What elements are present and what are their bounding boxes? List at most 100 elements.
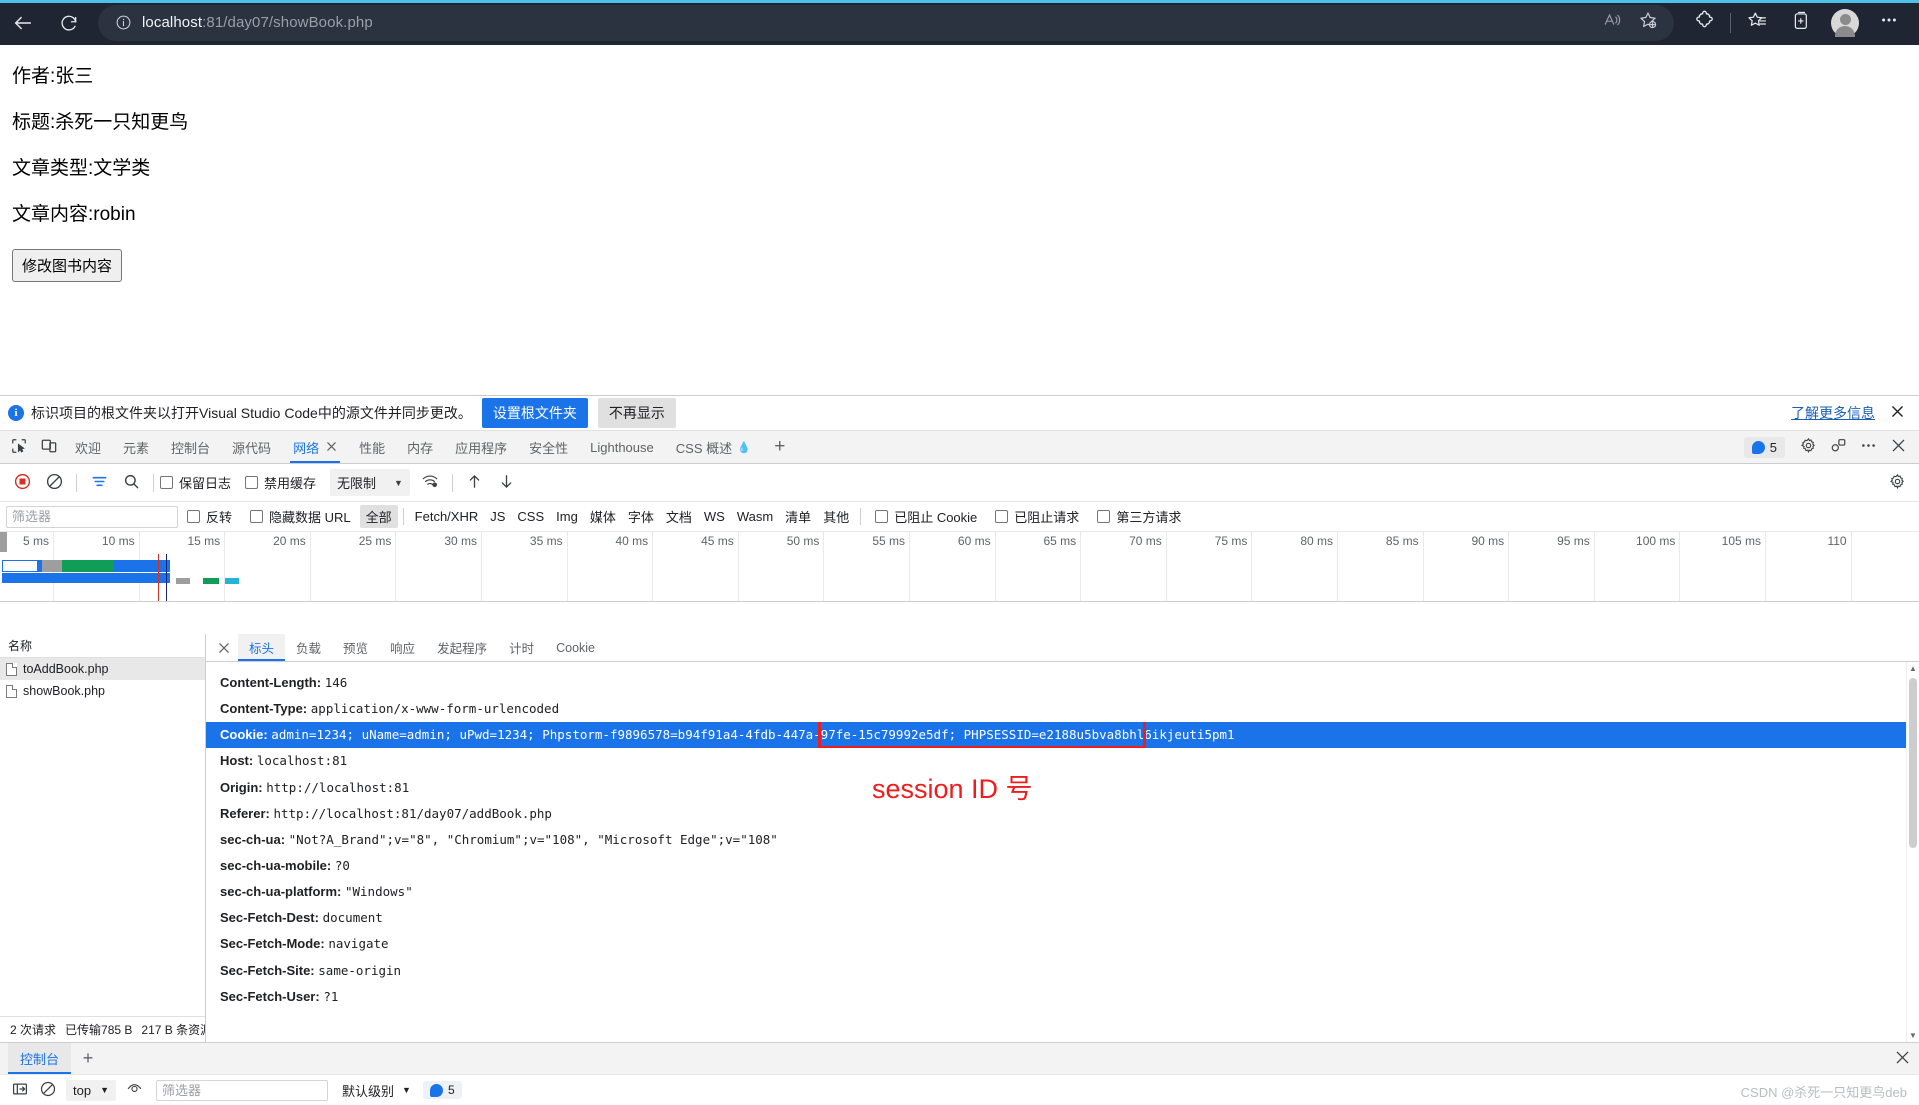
tab-network[interactable]: 网络 — [282, 431, 348, 463]
scroll-down-arrow-icon[interactable]: ▼ — [1907, 1029, 1919, 1042]
back-button[interactable] — [0, 0, 46, 45]
throttling-dropdown[interactable]: 无限制 ▼ — [330, 469, 410, 496]
modify-book-button[interactable]: 修改图书内容 — [12, 248, 123, 282]
devtools-close-button[interactable] — [1883, 432, 1913, 462]
detail-close-button[interactable] — [210, 634, 238, 661]
drawer-tab-console[interactable]: 控制台 — [8, 1043, 72, 1074]
detail-tab-headers[interactable]: 标头 — [238, 634, 286, 661]
add-panel-button[interactable]: + — [762, 431, 798, 463]
header-row[interactable]: Origin: http://localhost:81 — [206, 775, 1919, 801]
detail-tab-timing[interactable]: 计时 — [498, 634, 545, 661]
type-filter-doc[interactable]: 文档 — [660, 505, 698, 528]
read-aloud-button[interactable] — [1594, 5, 1630, 41]
header-row[interactable]: Content-Type: application/x-www-form-url… — [206, 696, 1919, 722]
tab-welcome[interactable]: 欢迎 — [64, 431, 112, 463]
type-filter-other[interactable]: 其他 — [817, 505, 855, 528]
clear-console-button[interactable] — [34, 1076, 62, 1104]
devtools-more-button[interactable] — [1853, 432, 1883, 462]
address-bar[interactable]: localhost:81/day07/showBook.php — [98, 4, 1674, 41]
browser-more-button[interactable] — [1867, 0, 1911, 45]
header-row-cookie[interactable]: Cookie: admin=1234; uName=admin; uPwd=12… — [206, 722, 1919, 749]
detail-tab-preview[interactable]: 预览 — [332, 634, 379, 661]
search-button[interactable] — [115, 467, 147, 499]
execution-context-dropdown[interactable]: top ▼ — [66, 1079, 116, 1101]
type-filter-fetch-xhr[interactable]: Fetch/XHR — [409, 507, 485, 526]
type-filter-font[interactable]: 字体 — [622, 505, 660, 528]
customize-devtools-button[interactable] — [1823, 432, 1853, 462]
third-party-checkbox[interactable]: 第三方请求 — [1097, 507, 1181, 526]
header-row[interactable]: Sec-Fetch-Dest: document — [206, 905, 1919, 931]
blocked-requests-checkbox[interactable]: 已阻止请求 — [995, 507, 1079, 526]
network-conditions-button[interactable] — [414, 467, 446, 499]
disable-cache-checkbox[interactable]: 禁用缓存 — [245, 473, 316, 492]
tab-close-icon[interactable] — [326, 440, 337, 455]
tab-performance[interactable]: 性能 — [348, 431, 396, 463]
tab-application[interactable]: 应用程序 — [444, 431, 518, 463]
header-row[interactable]: Referer: http://localhost:81/day07/addBo… — [206, 801, 1919, 827]
request-row-toaddbook[interactable]: toAddBook.php — [0, 658, 205, 680]
tab-console[interactable]: 控制台 — [160, 431, 221, 463]
import-har-button[interactable] — [459, 467, 491, 499]
request-row-showbook[interactable]: showBook.php — [0, 680, 205, 702]
header-row[interactable]: Content-Length: 146 — [206, 670, 1919, 696]
add-favorite-button[interactable] — [1630, 5, 1666, 41]
network-overview-timeline[interactable]: 5 ms 10 ms 15 ms 20 ms 25 ms 30 ms 35 ms 40 ms 4… — [0, 532, 1919, 602]
detail-tab-response[interactable]: 响应 — [379, 634, 426, 661]
header-row[interactable]: Host: localhost:81 — [206, 748, 1919, 774]
filter-toggle-button[interactable] — [83, 467, 115, 499]
issues-badge[interactable]: 5 — [1743, 436, 1785, 458]
type-filter-media[interactable]: 媒体 — [584, 505, 622, 528]
tab-memory[interactable]: 内存 — [396, 431, 444, 463]
extensions-button[interactable] — [1682, 0, 1726, 45]
header-row[interactable]: Sec-Fetch-Mode: navigate — [206, 931, 1919, 957]
type-filter-ws[interactable]: WS — [698, 507, 731, 526]
type-filter-wasm[interactable]: Wasm — [731, 507, 779, 526]
console-issues-badge[interactable]: 5 — [422, 1081, 462, 1099]
detail-tab-cookies[interactable]: Cookie — [545, 634, 606, 661]
clear-button[interactable] — [38, 467, 70, 499]
log-level-dropdown[interactable]: 默认级别 ▼ — [342, 1081, 411, 1100]
infobar-close-button[interactable] — [1889, 405, 1905, 421]
type-filter-all[interactable]: 全部 — [359, 505, 398, 528]
header-row[interactable]: sec-ch-ua-mobile: ?0 — [206, 853, 1919, 879]
scrollbar-thumb[interactable] — [1909, 678, 1917, 848]
network-settings-button[interactable] — [1881, 467, 1913, 499]
devtools-settings-button[interactable] — [1793, 432, 1823, 462]
blocked-cookies-checkbox[interactable]: 已阻止 Cookie — [875, 507, 977, 526]
set-root-folder-button[interactable]: 设置根文件夹 — [481, 398, 588, 428]
profile-button[interactable] — [1823, 0, 1867, 45]
inspect-element-button[interactable] — [4, 431, 34, 463]
preserve-log-checkbox[interactable]: 保留日志 — [160, 473, 231, 492]
live-expression-button[interactable] — [120, 1076, 148, 1104]
detail-tab-payload[interactable]: 负载 — [285, 634, 332, 661]
hide-data-urls-checkbox[interactable]: 隐藏数据 URL — [250, 507, 351, 526]
tab-css-overview[interactable]: CSS 概述 💧 — [665, 431, 762, 463]
console-sidebar-button[interactable] — [6, 1076, 34, 1104]
header-row[interactable]: Sec-Fetch-User: ?1 — [206, 984, 1919, 1010]
tab-sources[interactable]: 源代码 — [221, 431, 282, 463]
tab-lighthouse[interactable]: Lighthouse — [579, 431, 665, 463]
type-filter-css[interactable]: CSS — [511, 507, 550, 526]
header-row[interactable]: sec-ch-ua-platform: "Windows" — [206, 879, 1919, 905]
type-filter-manifest[interactable]: 清单 — [779, 505, 817, 528]
type-filter-js[interactable]: JS — [484, 507, 511, 526]
network-filter-input[interactable] — [6, 505, 178, 528]
tab-elements[interactable]: 元素 — [112, 431, 160, 463]
device-toolbar-button[interactable] — [34, 431, 64, 463]
invert-filter-checkbox[interactable]: 反转 — [187, 507, 232, 526]
console-filter-input[interactable] — [156, 1079, 328, 1101]
tab-security[interactable]: 安全性 — [518, 431, 579, 463]
drawer-close-button[interactable] — [1885, 1043, 1919, 1074]
site-info-icon[interactable] — [110, 14, 136, 31]
detail-tab-initiator[interactable]: 发起程序 — [426, 634, 498, 661]
export-har-button[interactable] — [491, 467, 523, 499]
header-row[interactable]: sec-ch-ua: "Not?A_Brand";v="8", "Chromiu… — [206, 827, 1919, 853]
learn-more-link[interactable]: 了解更多信息 — [1791, 403, 1875, 423]
reload-button[interactable] — [46, 0, 92, 45]
dont-show-again-button[interactable]: 不再显示 — [597, 398, 676, 428]
drawer-add-tab-button[interactable]: + — [71, 1043, 105, 1074]
detail-scrollbar[interactable]: ▲ ▼ — [1906, 662, 1919, 1042]
header-row[interactable]: Sec-Fetch-Site: same-origin — [206, 958, 1919, 984]
scroll-up-arrow-icon[interactable]: ▲ — [1907, 662, 1919, 675]
record-button[interactable] — [6, 467, 38, 499]
